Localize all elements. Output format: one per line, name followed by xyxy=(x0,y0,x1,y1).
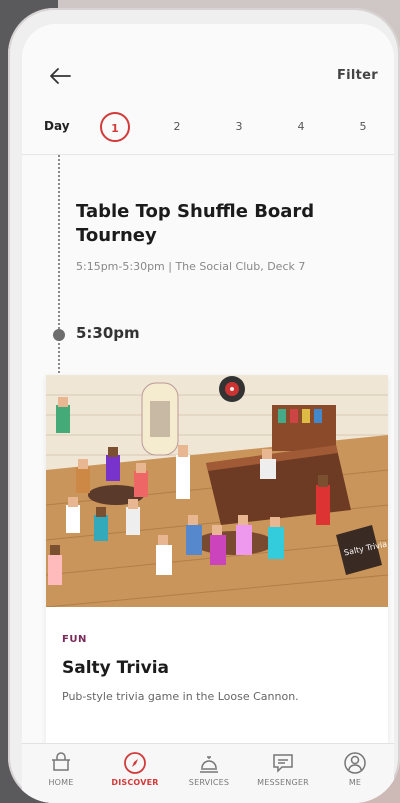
tab-discover[interactable]: DISCOVER xyxy=(100,750,170,802)
event-title[interactable]: Table Top Shuffle Board Tourney xyxy=(76,200,376,248)
day-tab-2[interactable]: 2 xyxy=(162,112,192,142)
home-icon xyxy=(52,752,70,771)
timeline-dot xyxy=(53,329,65,341)
service-bell-icon xyxy=(200,756,218,773)
event-card[interactable]: Salty Trivia FUN Salty Trivia Pub-style … xyxy=(46,375,388,743)
app-screen: Filter Day 1 2 3 4 5 Table Top Shuffle B… xyxy=(22,24,394,803)
timeline-line xyxy=(58,155,60,385)
tab-services-label: SERVICES xyxy=(188,778,230,787)
schedule-list: Table Top Shuffle Board Tourney 5:15pm-5… xyxy=(22,155,394,743)
tab-me[interactable]: ME xyxy=(320,750,390,802)
tab-home[interactable]: HOME xyxy=(26,750,96,802)
card-category-tag: FUN xyxy=(62,634,87,645)
tab-discover-label: DISCOVER xyxy=(111,778,159,787)
tab-messenger[interactable]: MESSENGER xyxy=(248,750,318,802)
pixel-bar-illustration: Salty Trivia xyxy=(46,375,388,607)
card-title: Salty Trivia xyxy=(62,658,169,678)
tab-home-label: HOME xyxy=(48,778,74,787)
timeslot-time: 5:30pm xyxy=(76,324,140,342)
day-tab-5[interactable]: 5 xyxy=(348,112,378,142)
day-label: Day xyxy=(44,119,70,133)
tab-services[interactable]: SERVICES xyxy=(174,750,244,802)
event-card-image: Salty Trivia xyxy=(46,375,388,607)
chat-icon xyxy=(273,754,293,773)
day-tab-1[interactable]: 1 xyxy=(100,112,130,142)
card-description: Pub-style trivia game in the Loose Canno… xyxy=(62,690,299,703)
filter-button[interactable]: Filter xyxy=(337,68,378,83)
compass-icon xyxy=(124,752,146,774)
tab-me-label: ME xyxy=(348,778,362,787)
bottom-tab-bar: HOME DISCOVER SERVICES MESSENGER ME xyxy=(22,743,394,803)
tab-messenger-label: MESSENGER xyxy=(257,778,309,787)
back-arrow-icon[interactable] xyxy=(48,66,72,86)
phone-frame: Filter Day 1 2 3 4 5 Table Top Shuffle B… xyxy=(8,8,400,803)
day-tab-4[interactable]: 4 xyxy=(286,112,316,142)
event-meta: 5:15pm-5:30pm | The Social Club, Deck 7 xyxy=(76,260,306,273)
day-selector: Day 1 2 3 4 5 xyxy=(22,112,394,142)
profile-icon xyxy=(344,752,366,774)
header: Filter Day 1 2 3 4 5 xyxy=(22,24,394,155)
day-tab-3[interactable]: 3 xyxy=(224,112,254,142)
